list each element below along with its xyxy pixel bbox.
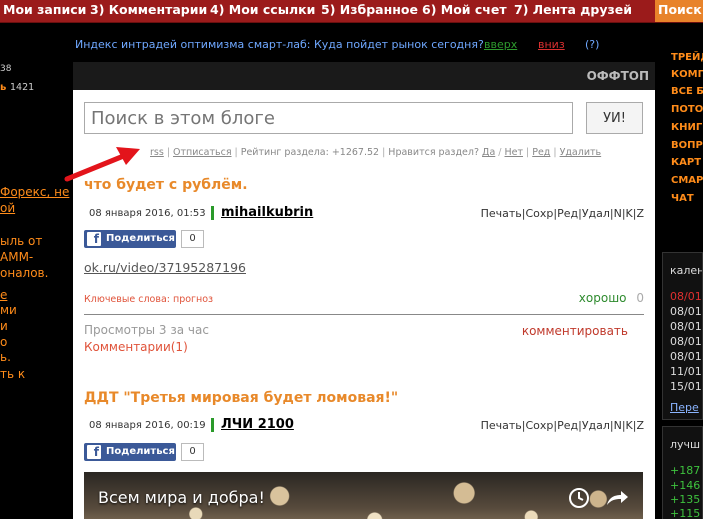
blog-section-header: ОФФТОП [73,62,655,90]
best-header: лучш [670,438,701,451]
like-yes-link[interactable]: Да [482,147,495,158]
left-counter: 38 [0,64,12,74]
video-title: Всем мира и добра! [98,488,265,507]
share-label: Поделиться [106,233,175,244]
left-text-7: ь. [0,350,11,364]
delete-section-link[interactable]: Удалить [560,147,602,158]
calendar-entry[interactable]: 15/01 [670,380,702,393]
post-actions-2[interactable]: Печать|Сохр|Ред|Удал|N|K|Z [481,419,644,432]
calendar-entry[interactable]: 08/01 [670,290,702,303]
right-menu-item[interactable]: ТРЕЙД [671,52,703,63]
calendar-more-link[interactable]: Пере [670,401,699,414]
best-score: +146 [670,479,701,492]
comments-count-link[interactable]: Комментарии(1) [84,340,188,354]
calendar-panel: кален 08/01 08/01 08/01 08/01 08/01 11/0… [662,252,703,420]
ticker-headline[interactable]: Индекс интрадей оптимизма смарт-лаб: Куд… [75,38,484,51]
right-menu-item[interactable]: ВОПР [671,140,703,151]
right-menu-item[interactable]: КАРТ [671,157,701,168]
post-meta-2: 08 января 2016, 00:19 ЛЧИ 2100 Печать|Со… [84,416,644,436]
rating-good-link[interactable]: хорошо [579,291,627,305]
left-text-6: о [0,335,8,349]
ticker-down-link[interactable]: вниз [538,38,565,51]
unsubscribe-link[interactable]: Отписаться [173,147,232,158]
video-embed[interactable]: Всем мира и добра! [84,472,643,519]
ticker-help-link[interactable]: (?) [585,38,599,51]
post-actions[interactable]: Печать|Сохр|Ред|Удал|N|K|Z [481,207,644,220]
like-no-link[interactable]: Нет [504,147,523,158]
best-score: +115 [670,507,701,519]
edit-section-link[interactable]: Ред [532,147,550,158]
post-date: 08 января 2016, 01:53 [89,208,206,219]
left-text-1: ыль от [0,234,43,248]
facebook-share-button-2[interactable]: f Поделиться [84,443,176,461]
blog-tools-bar: rss | Отписаться | Рейтинг раздела: +1267.52… [150,147,602,158]
video-controls [569,488,628,508]
right-menu-item[interactable]: КОМП [671,69,703,80]
post-meta: 08 января 2016, 01:53 mihailkubrin Печат… [84,204,644,224]
rss-link[interactable]: rss [150,147,164,158]
left-value: 1421 [10,82,35,93]
left-text-4: ми [0,303,17,317]
best-score: +135 [670,493,701,506]
calendar-entry[interactable]: 08/01 [670,305,702,318]
left-link-forex-2[interactable]: ой [0,201,15,215]
post-views: Просмотры 3 за час [84,323,209,337]
left-text-3: оналов. [0,266,49,280]
author-marker-2 [211,418,214,432]
post-rating: хорошо 0 [579,291,644,305]
right-menu-item[interactable]: КНИГ [671,122,702,133]
right-menu-item[interactable]: ЧАТ [671,193,694,204]
left-label: ь [0,82,7,93]
clock-icon[interactable] [569,488,589,508]
post-title-2[interactable]: ДДТ "Третья мировая будет ломовая!" [84,390,398,406]
blog-content: ОФФТОП УИ! rss|Отписаться|Рейтинг раздел… [73,62,655,519]
right-menu-item[interactable]: ВСЕ Б [671,86,703,97]
left-text-2: АММ- [0,250,34,264]
best-panel: лучш +187 +146 +135 +115 [662,426,703,519]
ticker-up-link[interactable]: вверх [484,38,517,51]
post-divider [84,314,644,315]
facebook-share-button[interactable]: f Поделиться [84,230,176,248]
calendar-entry[interactable]: 08/01 [670,320,702,333]
nav-friends-feed[interactable]: 7) Лента друзей [514,2,632,17]
best-score: +187 [670,464,701,477]
facebook-icon: f [87,232,101,246]
nav-comments[interactable]: 3) Комментарии [90,2,207,17]
nav-my-account[interactable]: 6) Мой счет [422,2,507,17]
author-marker [211,206,214,220]
calendar-entry[interactable]: 08/01 [670,335,702,348]
right-menu-item[interactable]: СМАР [671,175,703,186]
post-keywords[interactable]: Ключевые слова: прогноз [84,294,213,305]
comment-action-link[interactable]: комментировать [522,324,628,338]
calendar-entry[interactable]: 08/01 [670,350,702,363]
nav-my-links[interactable]: 4) Мои ссылки [210,2,315,17]
left-link-forex[interactable]: Форекс, не [0,185,69,199]
video-link[interactable]: ok.ru/video/37195287196 [84,260,246,275]
share-label-2: Поделиться [106,446,175,457]
right-menu-item[interactable]: ПОТО [671,104,703,115]
post-date-2: 08 января 2016, 00:19 [89,420,206,431]
post-title[interactable]: что будет с рублём. [84,177,248,193]
share-count-2: 0 [181,443,204,461]
calendar-header: кален [670,264,703,277]
left-text-8: ть к [0,367,26,381]
rating-value: 0 [636,291,644,305]
left-link-1[interactable]: е [0,288,7,302]
share-arrow-icon[interactable] [607,491,628,505]
like-question: Нравится раздел? [388,147,479,158]
section-rating: Рейтинг раздела: +1267.52 [240,147,380,158]
calendar-entry[interactable]: 11/01 [670,365,702,378]
left-text-5: и [0,319,8,333]
nav-search-tab[interactable]: Поиск [655,0,703,22]
nav-my-posts[interactable]: Мои записи [3,2,86,17]
nav-favorites[interactable]: 5) Избранное [321,2,418,17]
blog-search-button[interactable]: УИ! [586,102,643,134]
blog-search-input[interactable] [84,102,573,134]
share-count: 0 [181,230,204,248]
post-author-link-2[interactable]: ЛЧИ 2100 [221,417,294,432]
top-navigation-bar: Мои записи 3) Комментарии 4) Мои ссылки … [0,0,703,23]
post-author-link[interactable]: mihailkubrin [221,205,313,220]
facebook-icon: f [87,445,101,459]
